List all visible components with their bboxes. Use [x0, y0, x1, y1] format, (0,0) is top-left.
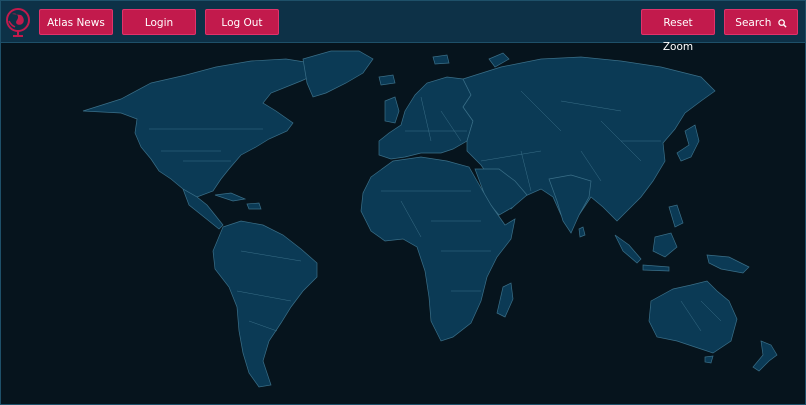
login-label: Login [144, 17, 174, 29]
greenland[interactable] [302, 50, 374, 98]
sumatra[interactable] [614, 234, 642, 264]
iceland[interactable] [378, 74, 396, 86]
madagascar[interactable] [496, 282, 514, 318]
japan[interactable] [676, 124, 700, 162]
hispaniola[interactable] [246, 202, 262, 210]
cuba[interactable] [214, 192, 247, 202]
login-button[interactable]: Login [122, 9, 196, 35]
atlas-news-button[interactable]: Atlas News [39, 9, 113, 35]
atlas-app: Atlas News Login Log Out Reset Zoom Sear… [0, 0, 806, 405]
sri-lanka[interactable] [578, 226, 586, 238]
log-out-button[interactable]: Log Out [205, 9, 279, 35]
search-label: Search [735, 17, 772, 29]
reset-zoom-button[interactable]: Reset Zoom [641, 9, 715, 53]
south-america[interactable] [212, 220, 318, 388]
india[interactable] [548, 174, 592, 234]
globe-logo-icon[interactable] [4, 6, 32, 39]
java[interactable] [642, 264, 670, 272]
borneo[interactable] [652, 232, 678, 258]
search-button[interactable]: Search [724, 9, 798, 35]
philippines[interactable] [668, 204, 684, 228]
great-britain[interactable] [384, 96, 400, 124]
world-map[interactable] [1, 43, 806, 405]
north-america[interactable] [82, 58, 320, 198]
magnifier-icon [777, 18, 787, 28]
top-bar: Atlas News Login Log Out Reset Zoom Sear… [1, 1, 805, 53]
novaya-zemlya[interactable] [488, 52, 510, 68]
australia[interactable] [648, 280, 738, 354]
new-zealand[interactable] [752, 340, 778, 372]
log-out-label: Log Out [221, 17, 263, 29]
svalbard[interactable] [432, 54, 450, 65]
atlas-news-label: Atlas News [47, 17, 105, 29]
new-guinea[interactable] [706, 254, 750, 274]
tasmania[interactable] [704, 355, 714, 364]
